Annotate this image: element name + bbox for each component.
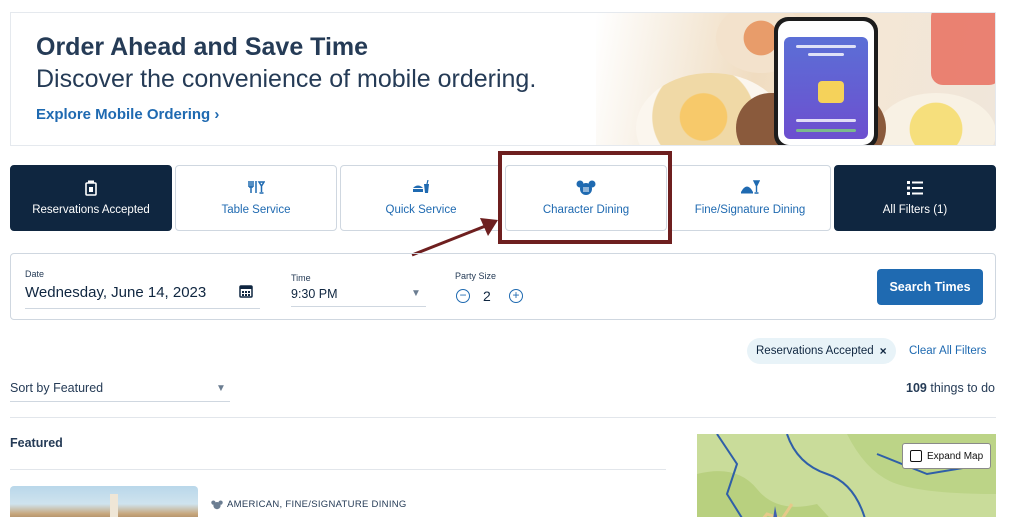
quick-service-icon [412,179,430,198]
card-cuisine-tags: AMERICAN, FINE/SIGNATURE DINING [211,499,407,510]
expand-map-button[interactable]: Expand Map [902,443,992,469]
featured-heading: Featured [10,436,63,450]
active-filter-chip[interactable]: Reservations Accepted × [747,338,896,364]
filter-list-icon [906,180,924,198]
card-tags-text: AMERICAN, FINE/SIGNATURE DINING [227,499,407,510]
result-count-suffix: things to do [926,381,995,395]
party-increase-button[interactable]: + [509,289,523,303]
search-form: Date Wednesday, June 14, 2023 Time 9:30 … [10,253,996,320]
calendar-icon[interactable] [239,284,253,298]
result-count: 109 things to do [906,381,995,395]
filter-table-service[interactable]: Table Service [175,165,337,231]
filter-fine-signature-dining[interactable]: Fine/Signature Dining [669,165,831,231]
filter-reservations-accepted[interactable]: Reservations Accepted [10,165,172,231]
all-filters-button[interactable]: All Filters (1) [834,165,996,231]
date-field[interactable]: Wednesday, June 14, 2023 [25,284,206,301]
party-size-label: Party Size [455,271,497,281]
character-dining-highlight-box [498,151,672,244]
mobile-order-banner: Order Ahead and Save Time Discover the c… [10,12,996,146]
banner-image [596,13,995,145]
sort-select[interactable]: Sort by Featured [10,381,103,395]
party-decrease-button[interactable]: − [456,289,470,303]
map-view[interactable]: Expand Map [697,434,996,517]
reservation-icon [84,180,98,198]
filter-label: Fine/Signature Dining [694,204,806,216]
close-icon[interactable]: × [880,344,887,358]
filter-label: Reservations Accepted [32,204,150,216]
result-count-number: 109 [906,381,927,395]
restaurant-thumbnail[interactable] [10,486,198,517]
fine-dining-icon [740,180,761,198]
search-times-button[interactable]: Search Times [877,269,983,305]
chip-label: Reservations Accepted [756,345,874,357]
filter-label: All Filters (1) [882,204,948,216]
mickey-icon [211,500,223,509]
expand-icon [910,450,922,462]
party-size-value: 2 [483,288,491,304]
expand-map-label: Expand Map [927,450,984,462]
date-label: Date [25,269,45,279]
chevron-down-icon[interactable]: ▼ [216,383,226,394]
chevron-down-icon[interactable]: ▼ [411,288,421,299]
time-select[interactable]: 9:30 PM [291,287,338,301]
banner-title: Order Ahead and Save Time [36,33,369,61]
clear-all-filters-link[interactable]: Clear All Filters [909,345,986,357]
explore-mobile-ordering-link[interactable]: Explore Mobile Ordering › [36,106,219,123]
table-service-icon [247,180,266,198]
phone-illustration [774,17,878,145]
filter-label: Table Service [221,204,291,216]
time-label: Time [291,273,311,283]
banner-subtitle: Discover the convenience of mobile order… [36,65,537,93]
